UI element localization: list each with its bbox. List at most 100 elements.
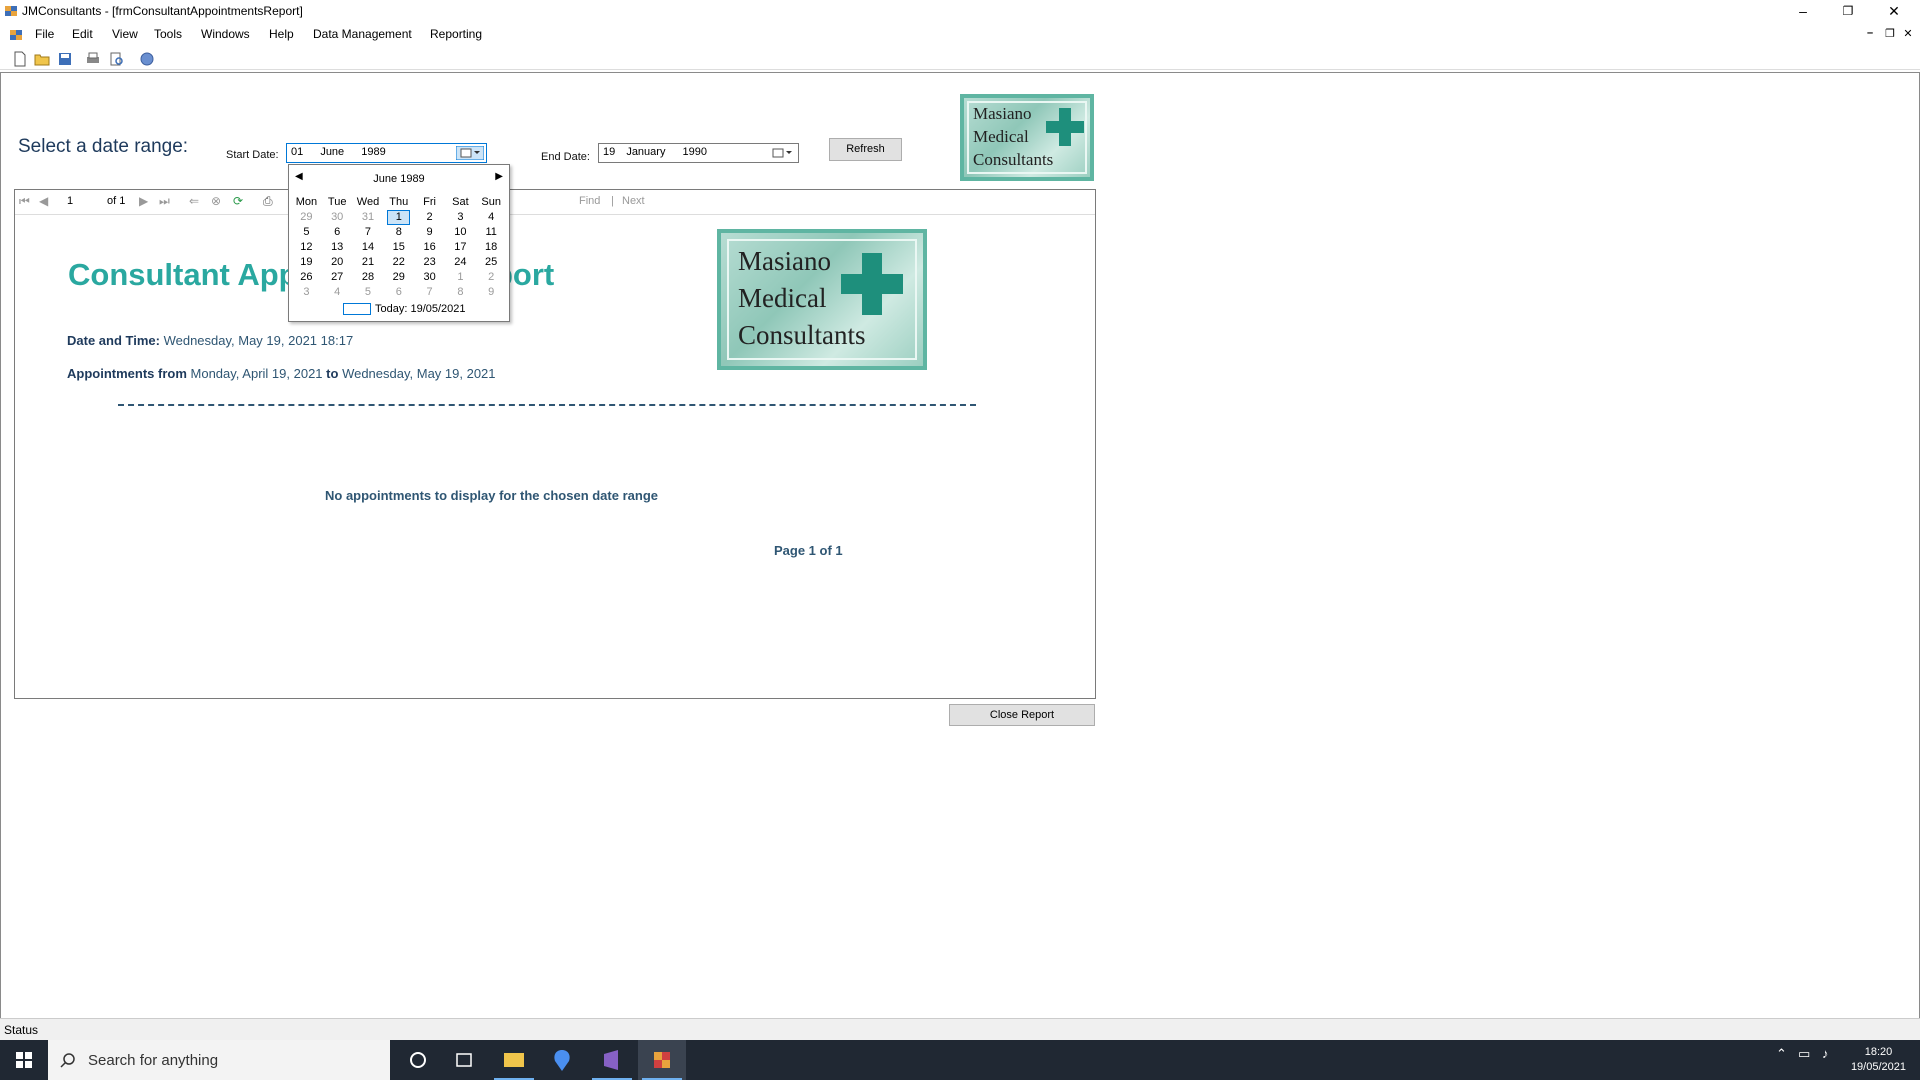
windows-start-icon[interactable] <box>0 1040 48 1080</box>
start-day[interactable]: 01 <box>291 146 303 158</box>
calendar-day[interactable]: 28 <box>353 270 384 285</box>
today-label[interactable]: Today: 19/05/2021 <box>375 303 466 315</box>
menu-help[interactable]: Help <box>265 27 298 41</box>
menu-edit[interactable]: Edit <box>68 27 97 41</box>
mdi-restore-button[interactable]: ❐ <box>1882 27 1898 40</box>
stop-icon[interactable]: ⊗ <box>211 194 221 208</box>
calendar-day[interactable]: 7 <box>353 225 384 240</box>
calendar-day[interactable]: 1 <box>387 210 411 225</box>
minimize-button[interactable]: – <box>1793 2 1813 20</box>
calendar-dropdown-icon[interactable] <box>768 146 796 160</box>
search-placeholder[interactable]: Search for anything <box>88 1052 218 1069</box>
calendar-day[interactable]: 29 <box>291 210 322 225</box>
end-date-picker[interactable]: 19 January 1990 <box>598 143 799 163</box>
calendar-day[interactable]: 16 <box>414 240 445 255</box>
mdi-child-icon[interactable] <box>9 28 23 42</box>
print-report-icon[interactable]: ⎙ <box>263 194 273 209</box>
task-view-icon[interactable] <box>440 1040 488 1080</box>
next-month-icon[interactable]: ▶ <box>495 171 503 182</box>
close-report-button[interactable]: Close Report <box>949 704 1095 726</box>
browser-icon[interactable] <box>538 1040 586 1080</box>
calendar-day[interactable]: 21 <box>353 255 384 270</box>
taskbar-search[interactable]: Search for anything <box>48 1040 390 1080</box>
mdi-close-button[interactable]: ✕ <box>1900 27 1916 40</box>
menu-reporting[interactable]: Reporting <box>426 27 486 41</box>
calendar-day[interactable]: 25 <box>476 255 507 270</box>
calendar-day[interactable]: 12 <box>291 240 322 255</box>
calendar-day[interactable]: 20 <box>322 255 353 270</box>
file-explorer-icon[interactable] <box>490 1040 538 1080</box>
previous-page-icon[interactable]: ◀ <box>39 194 48 208</box>
jmconsultants-app-icon[interactable] <box>638 1040 686 1080</box>
calendar-day[interactable]: 9 <box>414 225 445 240</box>
calendar-day[interactable]: 24 <box>445 255 476 270</box>
visual-studio-icon[interactable] <box>588 1040 636 1080</box>
menu-windows[interactable]: Windows <box>197 27 254 41</box>
calendar-day[interactable]: 13 <box>322 240 353 255</box>
calendar-day[interactable]: 19 <box>291 255 322 270</box>
back-icon[interactable]: ⇐ <box>189 194 199 208</box>
save-icon[interactable] <box>57 51 73 67</box>
print-icon[interactable] <box>85 51 101 67</box>
calendar-today[interactable]: Today: 19/05/2021 <box>343 303 466 316</box>
end-year[interactable]: 1990 <box>683 146 707 158</box>
start-date-picker[interactable]: 01 June 1989 <box>286 143 487 163</box>
calendar-day[interactable]: 6 <box>383 285 414 300</box>
calendar-day[interactable]: 10 <box>445 225 476 240</box>
calendar-day[interactable]: 4 <box>476 210 507 225</box>
calendar-day[interactable]: 31 <box>353 210 384 225</box>
end-day[interactable]: 19 <box>603 146 615 158</box>
calendar-day[interactable]: 1 <box>445 270 476 285</box>
calendar-day[interactable]: 2 <box>476 270 507 285</box>
calendar-day[interactable]: 27 <box>322 270 353 285</box>
calendar-day[interactable]: 26 <box>291 270 322 285</box>
taskbar-clock[interactable]: 18:20 19/05/2021 <box>1851 1045 1906 1075</box>
menu-data-management[interactable]: Data Management <box>309 27 416 41</box>
calendar-day[interactable]: 15 <box>383 240 414 255</box>
new-icon[interactable] <box>12 51 28 67</box>
calendar-day[interactable]: 30 <box>322 210 353 225</box>
calendar-day[interactable]: 6 <box>322 225 353 240</box>
network-icon[interactable]: ▭ <box>1798 1046 1810 1062</box>
calendar-day[interactable]: 5 <box>353 285 384 300</box>
calendar-day[interactable]: 17 <box>445 240 476 255</box>
end-month[interactable]: January <box>626 146 665 158</box>
start-month[interactable]: June <box>320 146 344 158</box>
calendar-dropdown-icon[interactable] <box>456 146 484 160</box>
calendar-day[interactable]: 2 <box>414 210 445 225</box>
refresh-button[interactable]: Refresh <box>829 138 902 161</box>
calendar-day[interactable]: 3 <box>291 285 322 300</box>
calendar-day[interactable]: 18 <box>476 240 507 255</box>
menu-file[interactable]: File <box>31 27 58 41</box>
help-icon[interactable] <box>139 51 155 67</box>
find-link[interactable]: Find <box>579 195 600 207</box>
calendar-month-label[interactable]: June 1989 <box>289 173 509 185</box>
calendar-day[interactable]: 8 <box>445 285 476 300</box>
next-page-icon[interactable]: ▶ <box>139 194 148 208</box>
restore-button[interactable]: ❐ <box>1838 2 1858 20</box>
calendar-day[interactable]: 5 <box>291 225 322 240</box>
open-icon[interactable] <box>34 51 50 67</box>
calendar-day[interactable]: 30 <box>414 270 445 285</box>
calendar-day[interactable]: 7 <box>414 285 445 300</box>
first-page-icon[interactable]: ⏮ <box>19 194 30 209</box>
tray-chevron-icon[interactable]: ⌃ <box>1776 1046 1787 1062</box>
last-page-icon[interactable]: ⏭ <box>159 194 170 209</box>
calendar-day[interactable]: 22 <box>383 255 414 270</box>
volume-muted-icon[interactable]: ♪ <box>1822 1046 1829 1061</box>
calendar-day[interactable]: 9 <box>476 285 507 300</box>
mdi-minimize-button[interactable]: – <box>1862 27 1878 39</box>
print-preview-icon[interactable] <box>109 51 125 67</box>
calendar-day[interactable]: 11 <box>476 225 507 240</box>
cortana-icon[interactable] <box>394 1040 442 1080</box>
calendar-day[interactable]: 4 <box>322 285 353 300</box>
refresh-report-icon[interactable]: ⟳ <box>233 194 243 208</box>
start-year[interactable]: 1989 <box>361 146 385 158</box>
calendar-day[interactable]: 23 <box>414 255 445 270</box>
close-window-button[interactable]: ✕ <box>1884 2 1904 20</box>
next-link[interactable]: Next <box>622 195 645 207</box>
calendar-day[interactable]: 29 <box>383 270 414 285</box>
menu-tools[interactable]: Tools <box>150 27 186 41</box>
calendar-day[interactable]: 3 <box>445 210 476 225</box>
page-number-input[interactable]: 1 <box>63 193 103 211</box>
